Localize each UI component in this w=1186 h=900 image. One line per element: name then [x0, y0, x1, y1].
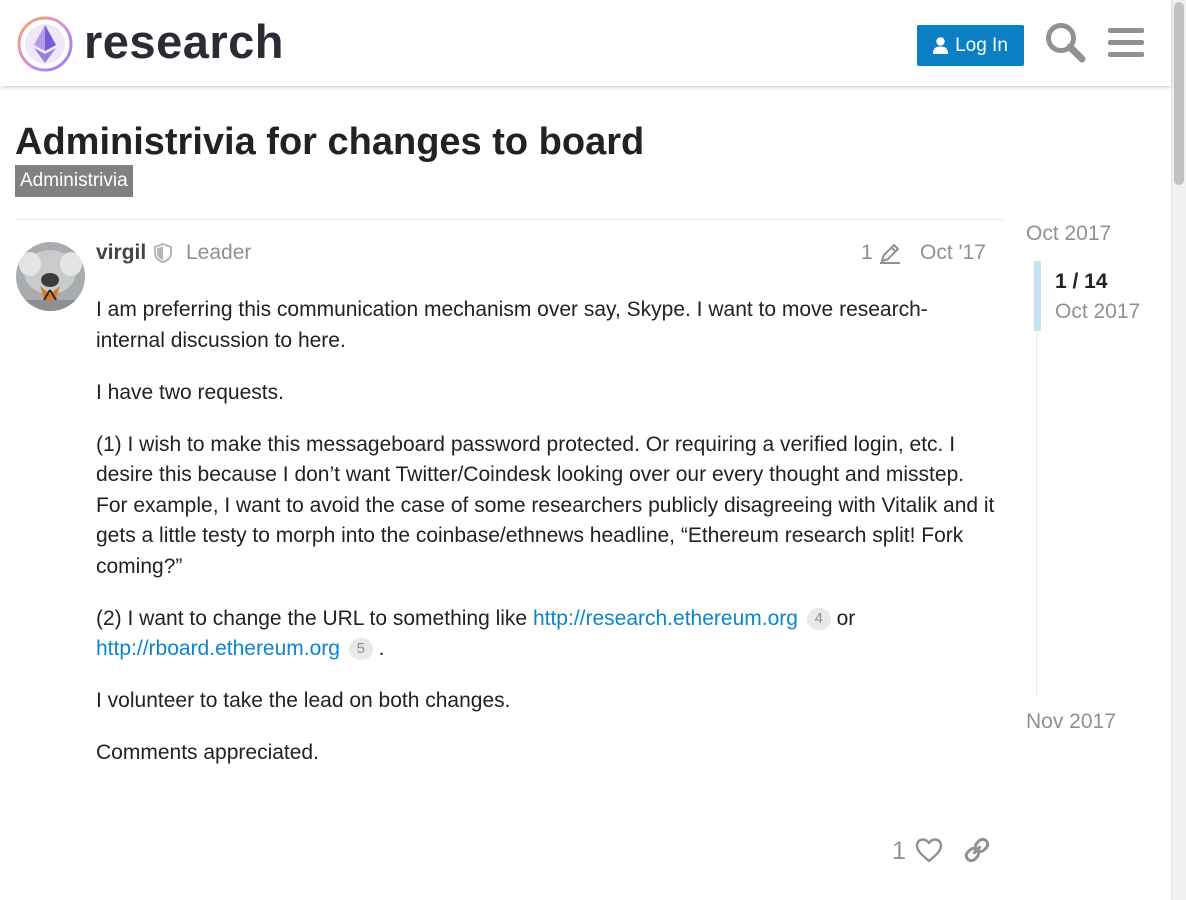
user-title: Leader: [186, 241, 252, 264]
post-paragraph: Comments appreciated.: [96, 741, 319, 764]
login-label: Log In: [955, 34, 1008, 56]
post-paragraph: I have two requests.: [96, 380, 284, 404]
post-username[interactable]: virgil: [96, 240, 146, 266]
pencil-icon[interactable]: [878, 241, 902, 265]
edit-count[interactable]: 1: [861, 240, 873, 266]
post-body: I am preferring this communication mecha…: [96, 295, 996, 790]
user-icon: [933, 37, 949, 54]
login-button[interactable]: Log In: [917, 25, 1024, 66]
user-avatar[interactable]: [16, 242, 85, 311]
timeline-current-date: Oct 2017: [1055, 300, 1141, 323]
post-paragraph: (1) I wish to make this messageboard pas…: [96, 432, 995, 578]
research-url-link[interactable]: http://research.ethereum.org: [533, 607, 798, 630]
timeline-handle[interactable]: [1034, 261, 1041, 331]
scrollbar-thumb[interactable]: [1174, 2, 1184, 185]
post-date[interactable]: Oct '17: [920, 240, 986, 266]
like-count[interactable]: 1: [892, 837, 906, 865]
research-logo-icon[interactable]: [16, 15, 74, 73]
post-paragraph-urls: (2) I want to change the URL to somethin…: [96, 604, 996, 665]
search-icon[interactable]: [1043, 20, 1087, 64]
page-scrollbar[interactable]: [1171, 0, 1186, 900]
heart-icon[interactable]: [914, 835, 944, 865]
timeline-start-date[interactable]: Oct 2017: [1026, 221, 1111, 247]
timeline-post-counter: 1 / 14: [1055, 270, 1108, 293]
category-badge[interactable]: Administrivia: [15, 165, 133, 197]
rboard-url-link[interactable]: http://rboard.ethereum.org: [96, 637, 340, 660]
link-icon[interactable]: [962, 835, 992, 865]
logo-text[interactable]: research: [84, 14, 284, 70]
site-header: research Log In: [0, 0, 1171, 86]
hamburger-menu-icon[interactable]: [1104, 20, 1148, 64]
shield-icon: [154, 243, 172, 263]
post-paragraph: I volunteer to take the lead on both cha…: [96, 689, 511, 712]
topic-title[interactable]: Administrivia for changes to board: [15, 120, 644, 164]
post-paragraph: I am preferring this communication mecha…: [96, 298, 928, 352]
link-click-count: 5: [348, 638, 373, 660]
divider: [15, 219, 1003, 220]
paragraph-text: (2) I want to change the URL to somethin…: [96, 606, 533, 630]
link-click-count: 4: [806, 607, 831, 630]
timeline-end-date[interactable]: Nov 2017: [1026, 709, 1116, 735]
paragraph-text: or: [830, 606, 856, 630]
paragraph-text: .: [372, 637, 385, 660]
